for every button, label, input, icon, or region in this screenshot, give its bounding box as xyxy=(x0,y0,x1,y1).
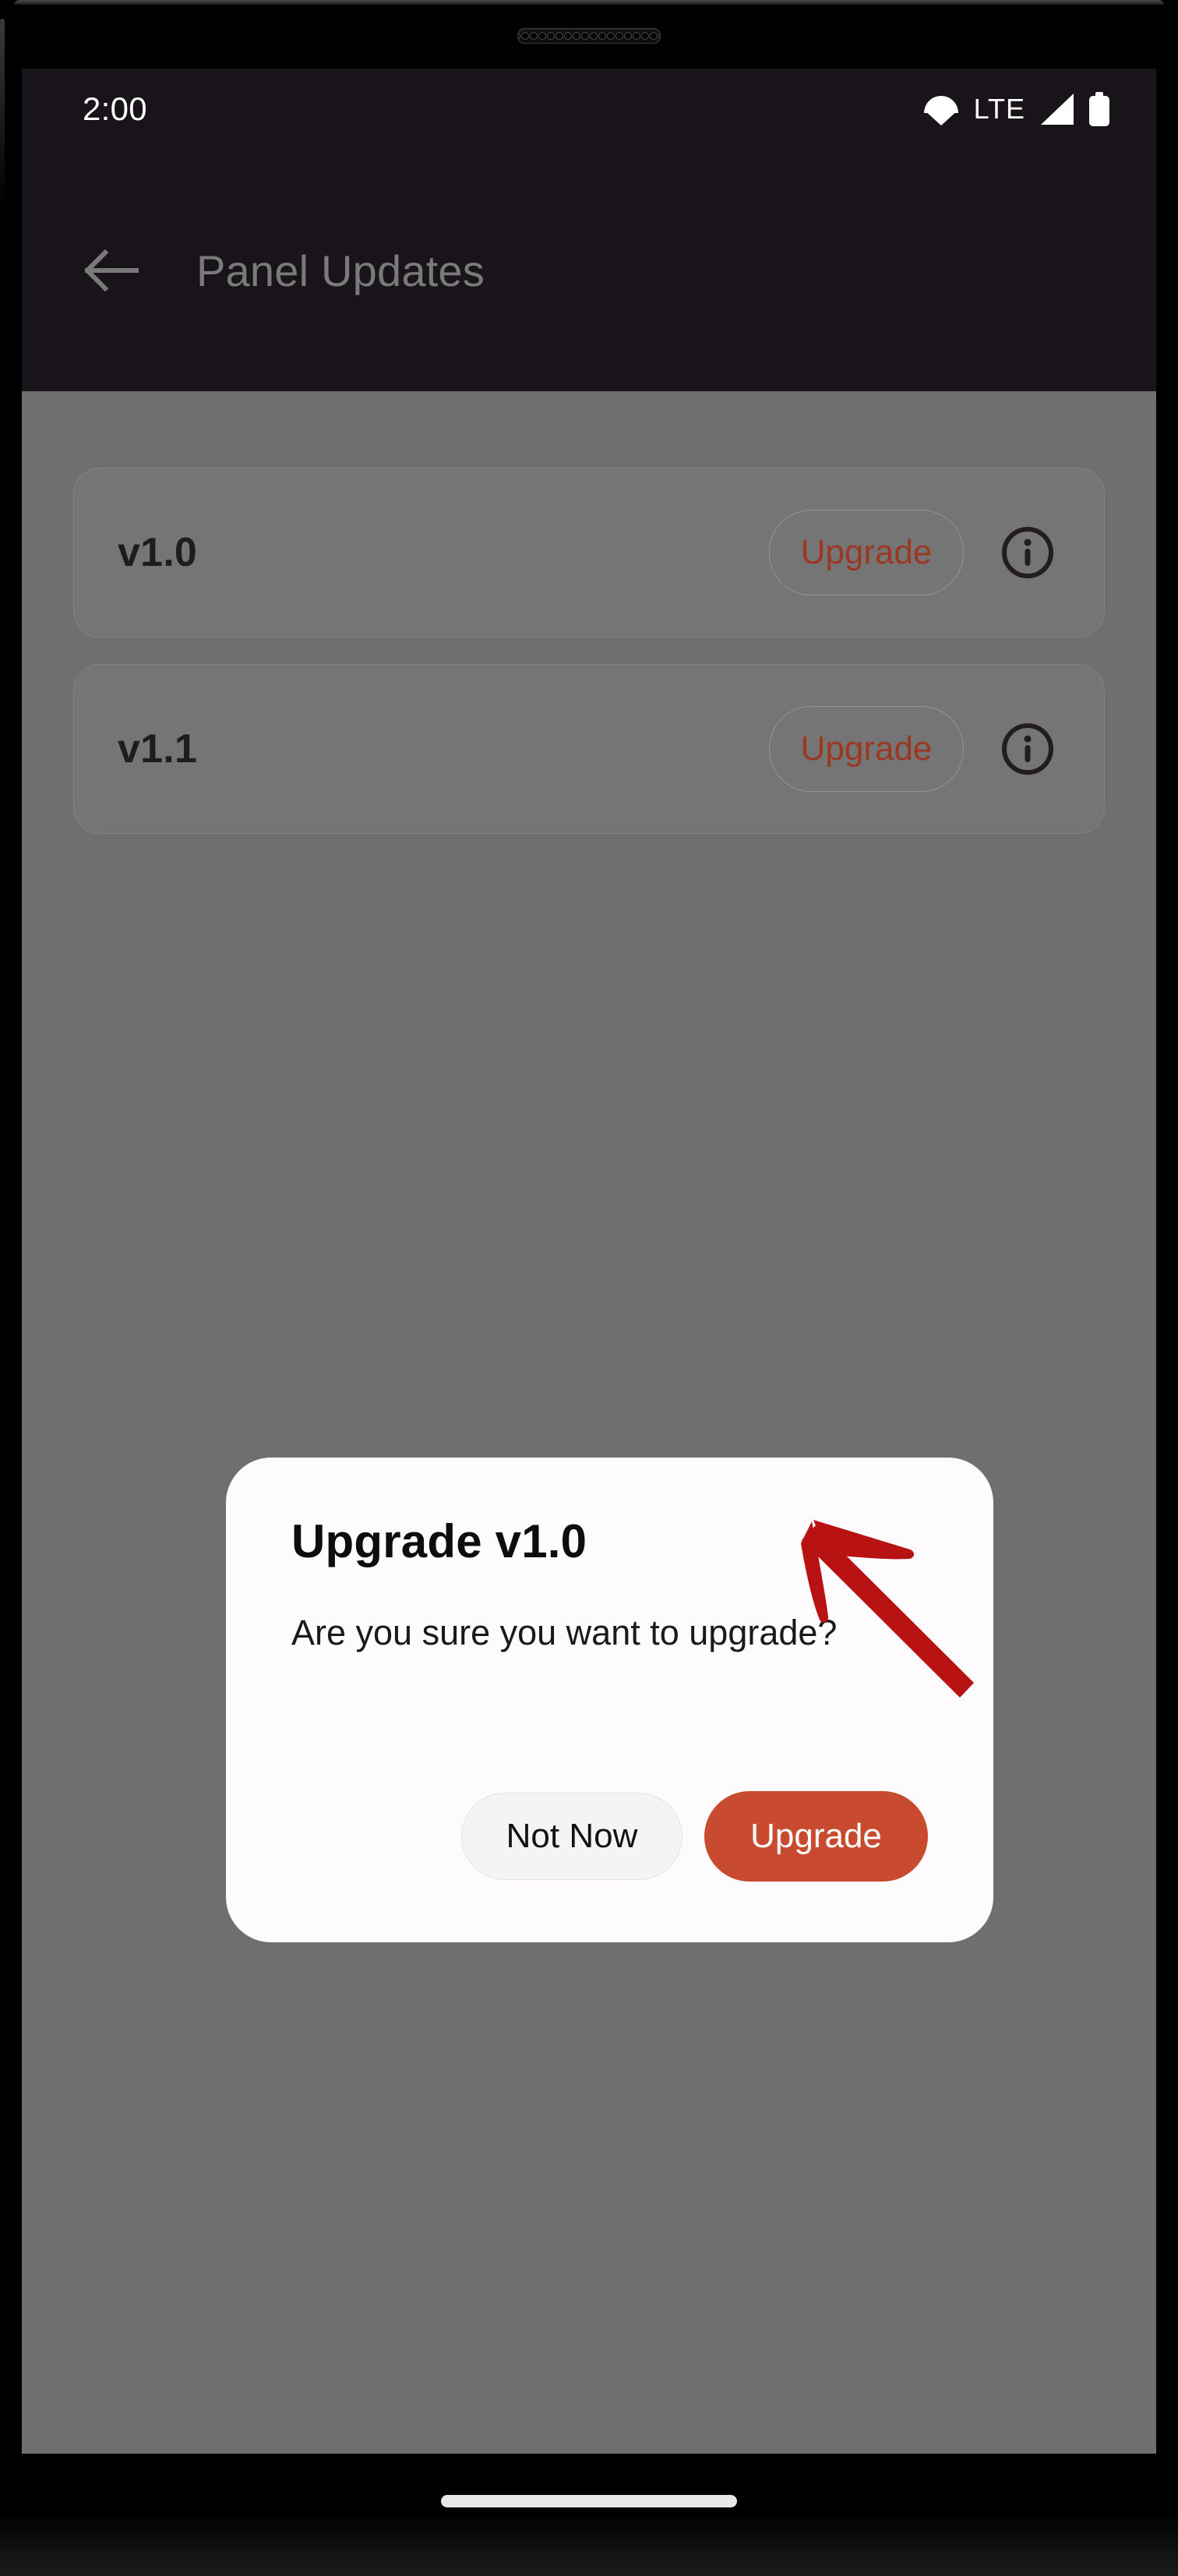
device-frame: 2:00 LTE Panel Updates v1.0 Upgrade v1.1… xyxy=(0,0,1178,2576)
dialog-actions: Not Now Upgrade xyxy=(461,1791,928,1882)
info-icon[interactable] xyxy=(998,719,1057,779)
card-upgrade-label: Upgrade xyxy=(800,730,933,768)
content-area: v1.0 Upgrade v1.1 Upgrade Upgrade v1.0 A… xyxy=(22,391,1156,2454)
update-list: v1.0 Upgrade v1.1 Upgrade xyxy=(22,391,1156,860)
network-type-label: LTE xyxy=(973,93,1025,125)
card-upgrade-button[interactable]: Upgrade xyxy=(769,706,964,792)
page-title: Panel Updates xyxy=(196,246,485,295)
bezel-top-edge xyxy=(14,0,1164,5)
not-now-button[interactable]: Not Now xyxy=(461,1793,682,1880)
update-card-v1-0[interactable]: v1.0 Upgrade xyxy=(73,468,1105,638)
card-upgrade-button[interactable]: Upgrade xyxy=(769,510,964,595)
status-bar-icons: LTE xyxy=(923,92,1109,126)
dialog-title: Upgrade v1.0 xyxy=(291,1515,587,1567)
phone-screen: 2:00 LTE Panel Updates v1.0 Upgrade v1.1… xyxy=(22,69,1156,2454)
upgrade-confirm-dialog: Upgrade v1.0 Are you sure you want to up… xyxy=(226,1458,993,1942)
card-upgrade-label: Upgrade xyxy=(800,533,933,571)
version-label: v1.1 xyxy=(118,726,198,772)
dialog-upgrade-button[interactable]: Upgrade xyxy=(704,1791,928,1882)
app-bar: Panel Updates xyxy=(22,150,1156,391)
status-bar-clock: 2:00 xyxy=(83,90,147,127)
not-now-label: Not Now xyxy=(506,1817,638,1855)
info-icon[interactable] xyxy=(998,523,1057,582)
battery-icon xyxy=(1089,92,1109,126)
wifi-icon xyxy=(923,96,958,125)
home-indicator[interactable] xyxy=(441,2495,737,2507)
bezel-bottom-edge xyxy=(0,2514,1178,2576)
dialog-upgrade-label: Upgrade xyxy=(750,1817,882,1855)
version-label: v1.0 xyxy=(118,530,198,575)
status-bar: 2:00 LTE xyxy=(22,69,1156,150)
back-arrow-icon[interactable] xyxy=(76,235,148,306)
signal-icon xyxy=(1041,94,1074,125)
speaker-grille-icon xyxy=(517,28,661,44)
update-card-v1-1[interactable]: v1.1 Upgrade xyxy=(73,664,1105,834)
dialog-message: Are you sure you want to upgrade? xyxy=(291,1613,838,1652)
bezel-left-edge xyxy=(0,19,5,206)
